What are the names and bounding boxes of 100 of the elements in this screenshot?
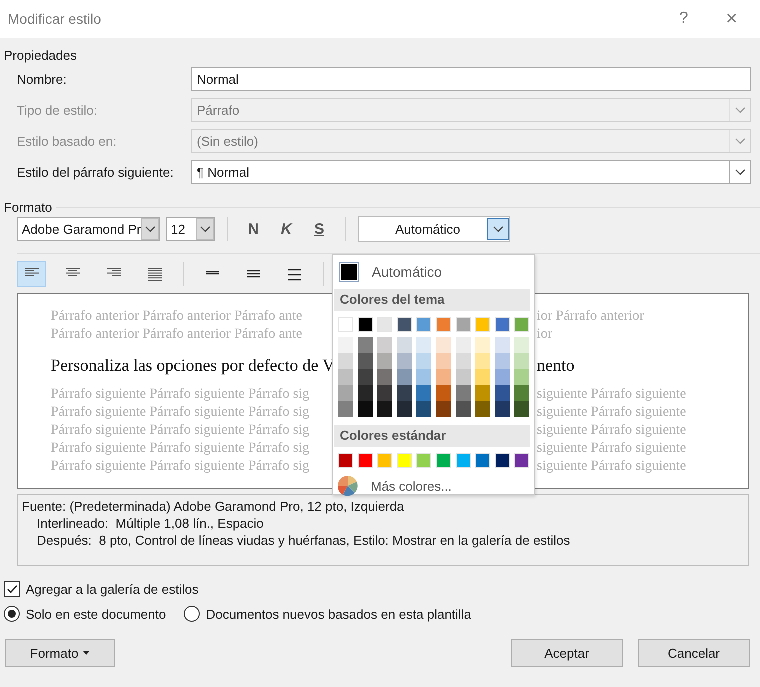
color-swatch[interactable] (436, 385, 451, 401)
color-swatch[interactable] (338, 337, 353, 353)
menu-heading: Colores estándar (334, 425, 530, 447)
description-text: Después: 8 pto, Control de líneas viudas y huérfanas, Estilo: Mostrar en la galería de estilos (36, 532, 572, 549)
size-dropdown[interactable]: 12 (166, 217, 215, 241)
bold-button[interactable]: N (240, 217, 267, 241)
color-swatch[interactable] (358, 401, 373, 417)
preview-text: siguiente Párrafo siguiente (537, 404, 686, 422)
color-swatch[interactable] (436, 369, 451, 385)
field-label: Nombre: (17, 70, 68, 88)
color-wheel-icon (337, 475, 359, 497)
checkbox[interactable] (4, 581, 20, 597)
preview-text: nento (537, 355, 575, 377)
color-swatch[interactable] (416, 353, 432, 369)
color-swatch[interactable] (377, 337, 392, 353)
color-swatch[interactable] (494, 401, 510, 417)
color-swatch[interactable] (396, 401, 412, 417)
color-swatch[interactable] (339, 262, 359, 282)
color-swatch[interactable] (456, 353, 471, 369)
preview-text: Párrafo siguiente Párrafo siguiente Párrafo sig (51, 422, 311, 440)
color-swatch[interactable] (456, 369, 471, 385)
color-swatch[interactable] (475, 385, 490, 401)
preview-text: Párrafo siguiente Párrafo siguiente Párrafo sig (51, 386, 311, 404)
color-swatch[interactable] (514, 401, 530, 417)
color-swatch[interactable] (338, 401, 353, 417)
color-swatch[interactable] (494, 353, 510, 369)
chevron-icon (144, 226, 156, 232)
color-swatch[interactable] (377, 353, 392, 369)
color-swatch[interactable] (514, 369, 530, 385)
color-swatch[interactable] (416, 337, 432, 353)
color-swatch[interactable] (494, 337, 510, 353)
color-swatch[interactable] (436, 337, 451, 353)
color-swatch[interactable] (416, 401, 432, 417)
description-text: Fuente: (Predeterminada) Adobe Garamond Pro, 12 pto, Izquierda (22, 498, 406, 515)
radio-label: Documentos nuevos basados en esta plantilla (206, 606, 472, 622)
color-swatch[interactable] (436, 401, 451, 417)
color-swatch[interactable] (358, 385, 373, 401)
color-swatch[interactable] (436, 353, 451, 369)
automatic-color-item[interactable]: Automático (337, 258, 534, 286)
line-spacing-icon (247, 268, 260, 280)
preview-text: siguiente Párrafo siguiente (537, 422, 686, 440)
line-spacing-icon (288, 268, 301, 280)
section-heading: Formato (4, 200, 52, 214)
color-swatch[interactable] (514, 353, 530, 369)
color-swatch[interactable] (514, 337, 530, 353)
color-swatch[interactable] (396, 369, 412, 385)
align-justify-icon (148, 268, 162, 280)
color-swatch[interactable] (338, 353, 353, 369)
color-swatch[interactable] (475, 369, 490, 385)
color-swatch[interactable] (338, 369, 353, 385)
color-swatch[interactable] (358, 369, 373, 385)
color-swatch[interactable] (456, 385, 471, 401)
color-swatch[interactable] (377, 385, 392, 401)
preview-text: ior (537, 326, 553, 344)
color-swatch[interactable] (475, 353, 490, 369)
chevron-icon (734, 138, 746, 144)
color-swatch[interactable] (416, 369, 432, 385)
radio-button[interactable] (4, 606, 20, 622)
color-swatch[interactable] (377, 401, 392, 417)
format-button[interactable]: Formato (5, 639, 115, 667)
field-label: Estilo basado en: (17, 132, 118, 150)
color-swatch[interactable] (377, 369, 392, 385)
color-swatch[interactable] (396, 337, 412, 353)
underline-button[interactable]: S (306, 217, 333, 241)
color-swatch[interactable] (358, 353, 373, 369)
checkmark-icon (6, 584, 18, 594)
close-button[interactable]: × (708, 3, 756, 35)
color-swatch[interactable] (358, 337, 373, 353)
color-swatch[interactable] (456, 337, 471, 353)
chevron-icon (492, 226, 504, 232)
preview-text: siguiente Párrafo siguiente (537, 386, 686, 404)
color-swatch[interactable] (475, 401, 490, 417)
color-swatch[interactable] (396, 353, 412, 369)
radio-button[interactable] (184, 606, 200, 622)
field-label: Estilo del párrafo siguiente: (17, 164, 175, 182)
color-swatch[interactable] (494, 385, 510, 401)
description-text: Interlineado: Múltiple 1,08 lín., Espacio (36, 515, 265, 532)
color-swatch[interactable] (338, 385, 353, 401)
color-swatch[interactable] (456, 401, 471, 417)
chevron-icon (200, 226, 210, 232)
preview-text: Párrafo siguiente Párrafo siguiente Párrafo sig (51, 458, 311, 476)
color-swatch[interactable] (494, 369, 510, 385)
color-swatch[interactable] (416, 385, 432, 401)
color-swatch[interactable] (396, 385, 412, 401)
help-button[interactable]: ? (660, 3, 708, 35)
font-dropdown[interactable]: Adobe Garamond Pr (17, 217, 160, 241)
cancel-button[interactable]: Cancelar (638, 639, 750, 667)
dropdown: Párrafo (191, 98, 751, 122)
color-swatch[interactable] (475, 337, 490, 353)
align-left-button[interactable] (17, 261, 46, 287)
color-dropdown[interactable]: Automático (358, 216, 510, 242)
caret-icon (82, 651, 90, 655)
checkbox-label: Agregar a la galería de estilos (26, 582, 199, 596)
more-colors-item[interactable]: Más colores... (337, 474, 534, 498)
dropdown[interactable]: ¶ Normal (191, 160, 751, 184)
ok-button[interactable]: Aceptar (511, 639, 623, 667)
name-field[interactable]: Normal (191, 67, 751, 91)
preview-text: siguiente Párrafo siguiente (537, 440, 686, 458)
italic-button[interactable]: K (273, 217, 300, 241)
color-swatch[interactable] (514, 385, 530, 401)
